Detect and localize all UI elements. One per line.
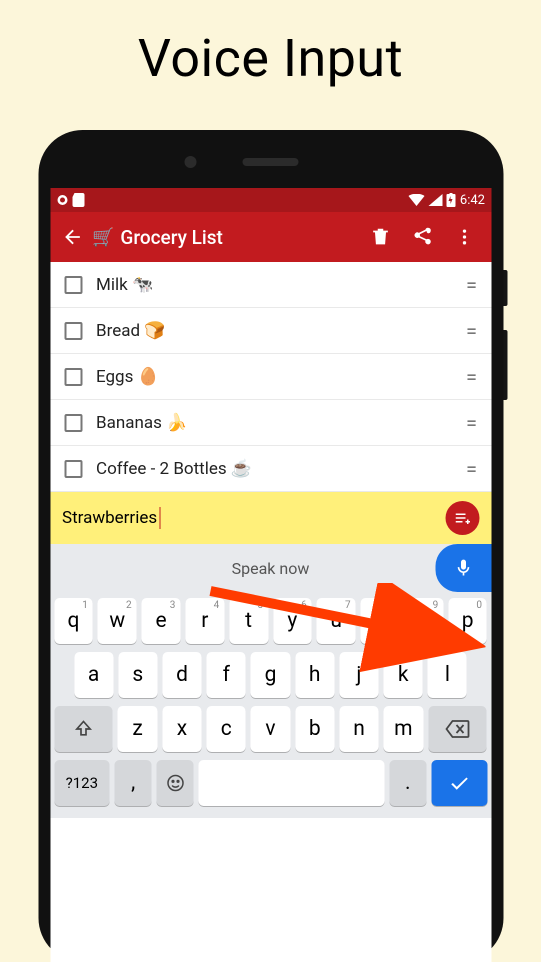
record-icon (56, 194, 68, 206)
keyboard: q1 w2 e3 r4 t5 y6 u7 i8 o9 p0 a s d f g … (50, 592, 491, 818)
key-d[interactable]: d (162, 652, 201, 698)
drag-handle-icon[interactable]: = (466, 273, 477, 297)
key-h[interactable]: h (295, 652, 334, 698)
key-l[interactable]: l (428, 652, 467, 698)
signal-icon (429, 194, 443, 206)
checkbox[interactable] (64, 276, 82, 294)
key-m[interactable]: m (384, 706, 423, 752)
key-space[interactable] (199, 760, 384, 806)
grocery-list: Milk 🐄 = Bread 🍞 = Eggs 🥚 = Bananas 🍌 = (50, 262, 491, 492)
keyboard-row-4: ?123 , . (54, 760, 487, 806)
key-q[interactable]: q1 (54, 598, 93, 644)
microphone-button[interactable] (435, 544, 491, 592)
list-item-label: Coffee - 2 Bottles ☕ (96, 459, 466, 479)
checkbox[interactable] (64, 460, 82, 478)
share-button[interactable] (405, 220, 439, 254)
key-z[interactable]: z (118, 706, 157, 752)
key-b[interactable]: b (295, 706, 334, 752)
new-item-input[interactable]: Strawberries (62, 508, 157, 528)
key-emoji[interactable] (157, 760, 194, 806)
key-t[interactable]: t5 (229, 598, 268, 644)
screen: 6:42 🛒 Grocery List Milk (50, 188, 491, 962)
speak-hint: Speak now (58, 559, 483, 578)
keyboard-row-3: z x c v b n m (54, 706, 487, 752)
delete-button[interactable] (363, 220, 397, 254)
key-x[interactable]: x (162, 706, 201, 752)
promo-title: Voice Input (0, 0, 541, 107)
key-enter[interactable] (431, 760, 487, 806)
drag-handle-icon[interactable]: = (466, 411, 477, 435)
status-bar: 6:42 (50, 188, 491, 212)
key-w[interactable]: w2 (98, 598, 137, 644)
keyboard-row-1: q1 w2 e3 r4 t5 y6 u7 i8 o9 p0 (54, 598, 487, 644)
sd-card-icon (72, 193, 84, 207)
text-cursor (159, 507, 161, 529)
shift-icon (73, 719, 93, 739)
key-u[interactable]: u7 (317, 598, 356, 644)
key-f[interactable]: f (207, 652, 246, 698)
key-k[interactable]: k (384, 652, 423, 698)
emoji-icon (165, 773, 185, 793)
page-title: 🛒 Grocery List (92, 226, 355, 249)
checkbox[interactable] (64, 368, 82, 386)
status-time: 6:42 (460, 193, 485, 208)
key-v[interactable]: v (251, 706, 290, 752)
keyboard-row-2: a s d f g h j k l (54, 652, 487, 698)
phone-camera (185, 156, 197, 168)
key-a[interactable]: a (74, 652, 113, 698)
key-r[interactable]: r4 (185, 598, 224, 644)
power-button (503, 270, 507, 306)
list-item[interactable]: Bread 🍞 = (50, 308, 491, 354)
backspace-icon (446, 720, 470, 738)
new-item-input-row: Strawberries (50, 492, 491, 544)
list-item[interactable]: Eggs 🥚 = (50, 354, 491, 400)
key-backspace[interactable] (428, 706, 487, 752)
phone-frame: 6:42 🛒 Grocery List Milk (38, 130, 503, 962)
drag-handle-icon[interactable]: = (466, 319, 477, 343)
overflow-menu-button[interactable] (447, 220, 481, 254)
app-bar: 🛒 Grocery List (50, 212, 491, 262)
page-title-text: Grocery List (120, 226, 222, 249)
list-item[interactable]: Bananas 🍌 = (50, 400, 491, 446)
list-item-label: Bananas 🍌 (96, 413, 466, 433)
key-o[interactable]: o9 (404, 598, 443, 644)
key-p[interactable]: p0 (448, 598, 487, 644)
key-g[interactable]: g (251, 652, 290, 698)
speak-bar: Speak now (50, 544, 491, 592)
add-item-button[interactable] (445, 501, 479, 535)
volume-button (503, 330, 507, 400)
key-y[interactable]: y6 (273, 598, 312, 644)
key-s[interactable]: s (118, 652, 157, 698)
drag-handle-icon[interactable]: = (466, 365, 477, 389)
list-item-label: Milk 🐄 (96, 275, 466, 295)
key-shift[interactable] (54, 706, 113, 752)
list-item-label: Eggs 🥚 (96, 367, 466, 387)
key-comma[interactable]: , (115, 760, 152, 806)
key-j[interactable]: j (339, 652, 378, 698)
battery-icon (447, 193, 456, 207)
drag-handle-icon[interactable]: = (466, 457, 477, 481)
back-button[interactable] (60, 225, 84, 249)
phone-speaker (243, 158, 299, 166)
check-icon (448, 772, 470, 794)
cart-icon: 🛒 (92, 227, 114, 248)
list-item[interactable]: Coffee - 2 Bottles ☕ = (50, 446, 491, 492)
list-item-label: Bread 🍞 (96, 321, 466, 341)
key-n[interactable]: n (339, 706, 378, 752)
key-period[interactable]: . (389, 760, 426, 806)
key-i[interactable]: i8 (361, 598, 400, 644)
key-symbols[interactable]: ?123 (54, 760, 110, 806)
key-c[interactable]: c (207, 706, 246, 752)
checkbox[interactable] (64, 322, 82, 340)
checkbox[interactable] (64, 414, 82, 432)
wifi-icon (409, 194, 425, 206)
key-e[interactable]: e3 (142, 598, 181, 644)
list-item[interactable]: Milk 🐄 = (50, 262, 491, 308)
